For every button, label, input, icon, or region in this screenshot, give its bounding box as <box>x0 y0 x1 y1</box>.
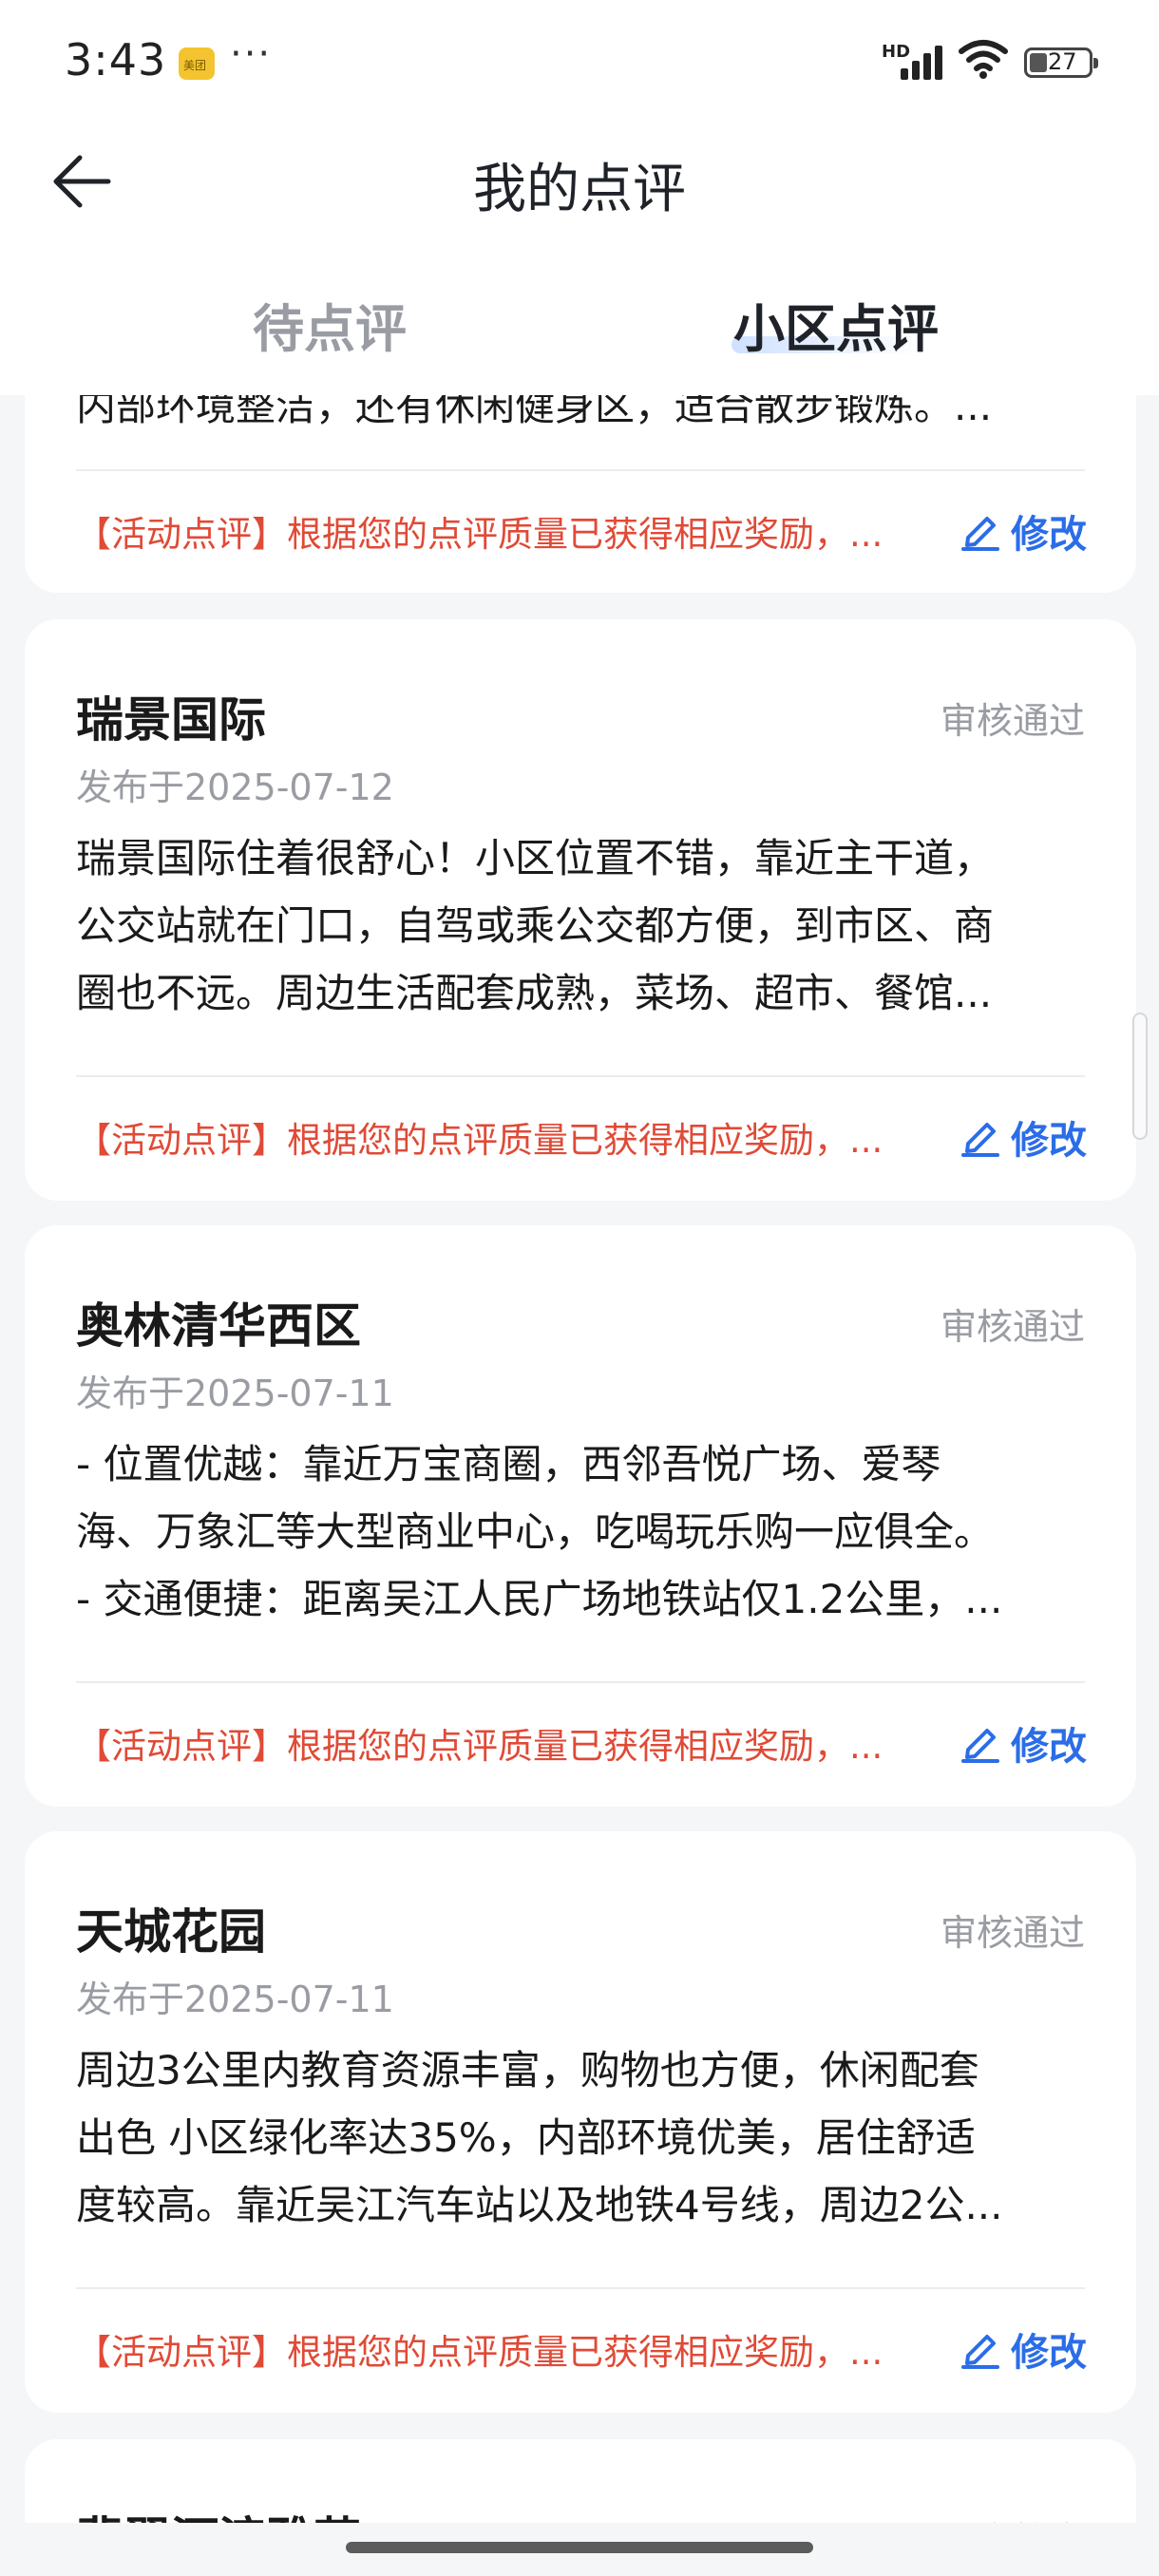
reward-notice: 【活动点评】根据您的点评质量已获得相应奖励，... <box>76 1120 884 1161</box>
tab-community-review[interactable]: 小区点评 <box>733 287 939 362</box>
community-name: 奥林清华西区 <box>76 1298 361 1354</box>
edit-icon <box>961 1729 999 1763</box>
battery-level: 27 <box>1048 48 1077 75</box>
card-divider <box>76 1075 1085 1077</box>
tab-bar: 待点评 小区点评 <box>0 241 1159 395</box>
community-name: 天城花园 <box>76 1904 266 1960</box>
review-body-line: 海、万象汇等大型商业中心，吃喝玩乐购一应俱全。 <box>76 1508 995 1555</box>
edit-icon <box>961 1123 999 1157</box>
review-body-line: 周边3公里内教育资源丰富，购物也方便，休闲配套 <box>76 2047 979 2093</box>
reward-notice: 【活动点评】根据您的点评质量已获得相应奖励，... <box>76 2332 884 2373</box>
review-body-line: 圈也不远。周边生活配套成熟，菜场、超市、餐馆... <box>76 970 993 1016</box>
review-card: 瑞景国际 审核通过 发布于2025-07-12 瑞景国际住着很舒心！小区位置不错… <box>25 619 1136 1201</box>
publish-date: 发布于2025-07-11 <box>76 1979 394 2020</box>
scrollbar[interactable] <box>1132 1013 1148 1140</box>
card-divider <box>76 1681 1085 1683</box>
page-title: 我的点评 <box>473 159 686 220</box>
edit-button[interactable]: 修改 <box>960 1712 1087 1769</box>
edit-icon <box>961 2335 999 2369</box>
status-bar: 3:43 美团 ··· HD 27 <box>0 0 1159 125</box>
review-body-line: - 交通便捷：距离吴江人民广场地铁站仅1.2公里，... <box>76 1576 1003 1622</box>
edit-button[interactable]: 修改 <box>960 500 1087 557</box>
review-status: 审核通过 <box>940 700 1085 742</box>
status-overflow-icon: ··· <box>230 32 273 76</box>
review-body-line: 出色 小区绿化率达35%，内部环境优美，居住舒适 <box>76 2114 976 2161</box>
notification-badge-icon: 美团 <box>179 47 215 80</box>
review-status: 审核通过 <box>940 1306 1085 1348</box>
review-card: 天城花园 审核通过 发布于2025-07-11 周边3公里内教育资源丰富，购物也… <box>25 1831 1136 2413</box>
tab-pending-review[interactable]: 待点评 <box>253 287 407 362</box>
edit-button[interactable]: 修改 <box>960 1106 1087 1163</box>
status-time: 3:43 <box>65 34 167 85</box>
nav-header: 我的点评 <box>0 125 1159 241</box>
card-divider <box>76 469 1085 471</box>
edit-label: 修改 <box>1011 1119 1087 1163</box>
notification-badge-label: 美团 <box>183 59 207 72</box>
edit-label: 修改 <box>1011 2331 1087 2375</box>
review-body-line: - 位置优越：靠近万宝商圈，西邻吾悦广场、爱琴 <box>76 1441 941 1487</box>
edit-label: 修改 <box>1011 1725 1087 1769</box>
edit-icon <box>961 517 999 551</box>
publish-date: 发布于2025-07-11 <box>76 1373 394 1414</box>
edit-button[interactable]: 修改 <box>960 2318 1087 2375</box>
home-indicator[interactable] <box>346 2542 813 2553</box>
review-card: 奥林清华西区 审核通过 发布于2025-07-11 - 位置优越：靠近万宝商圈，… <box>25 1225 1136 1807</box>
review-body-line: 瑞景国际住着很舒心！小区位置不错，靠近主干道， <box>76 835 995 881</box>
publish-date: 发布于2025-07-12 <box>76 767 394 808</box>
review-body: 周边3公里内教育资源丰富，购物也方便，休闲配套 出色 小区绿化率达35%，内部环… <box>76 2036 1092 2239</box>
reward-notice: 【活动点评】根据您的点评质量已获得相应奖励，... <box>76 1726 884 1767</box>
review-body-line: 公交站就在门口，自驾或乘公交都方便，到市区、商 <box>76 902 995 949</box>
review-status: 审核通过 <box>940 1912 1085 1954</box>
reward-notice: 【活动点评】根据您的点评质量已获得相应奖励，... <box>76 514 884 555</box>
review-body: 瑞景国际住着很舒心！小区位置不错，靠近主干道， 公交站就在门口，自驾或乘公交都方… <box>76 824 1092 1027</box>
battery-icon: 27 <box>1024 47 1098 78</box>
review-body: - 位置优越：靠近万宝商圈，西邻吾悦广场、爱琴 海、万象汇等大型商业中心，吃喝玩… <box>76 1430 1092 1633</box>
community-name: 瑞景国际 <box>76 692 266 748</box>
edit-label: 修改 <box>1011 513 1087 557</box>
card-divider <box>76 2287 1085 2289</box>
wifi-icon <box>959 40 1008 79</box>
signal-icon <box>901 46 946 80</box>
review-body-line: 度较高。靠近吴江汽车站以及地铁4号线，周边2公... <box>76 2182 1003 2228</box>
